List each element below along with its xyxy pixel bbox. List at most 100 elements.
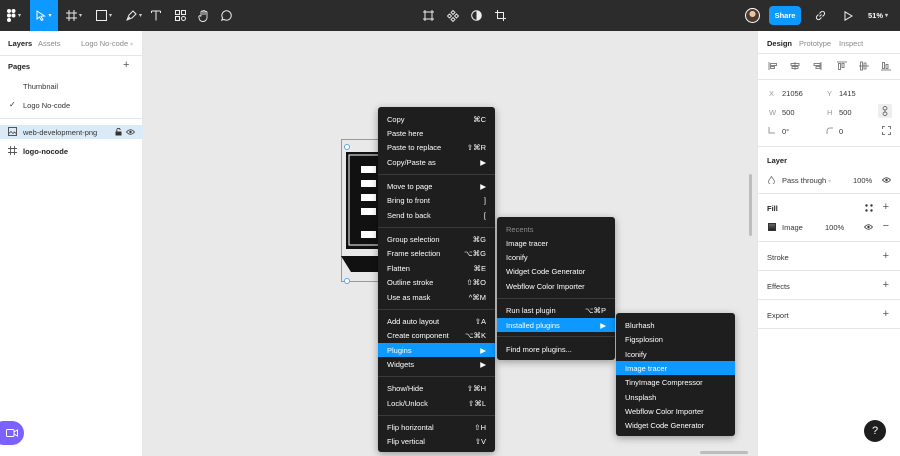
recent-plugin-item[interactable]: Webflow Color Importer <box>497 279 615 293</box>
tab-design[interactable]: Design <box>767 39 792 48</box>
menu-item-add-auto-layout[interactable]: Add auto layout ⇧A <box>378 314 495 328</box>
menu-item-bring-to-front[interactable]: Bring to front] <box>378 193 495 207</box>
lock-icon[interactable] <box>115 128 122 136</box>
component-button[interactable] <box>445 0 461 31</box>
installed-plugin-item[interactable]: Image tracer <box>616 361 735 375</box>
shape-tool-button[interactable]: ▾ <box>90 0 118 31</box>
menu-item-show-hide[interactable]: Show/Hide ⇧⌘H <box>378 381 495 395</box>
canvas-vertical-scrollbar[interactable] <box>749 174 752 236</box>
comment-button[interactable] <box>218 0 234 31</box>
installed-plugin-item[interactable]: Blurhash <box>616 318 735 332</box>
eye-icon[interactable] <box>882 177 891 183</box>
recent-plugin-item[interactable]: Image tracer <box>497 236 615 250</box>
add-effect-icon[interactable]: + <box>883 280 889 291</box>
corner-radius-input[interactable]: 0 <box>839 127 843 136</box>
move-tool-button[interactable]: ▾ <box>30 0 58 31</box>
resources-button[interactable] <box>172 0 188 31</box>
menu-item-widgets[interactable]: Widgets ▶ <box>378 357 495 371</box>
installed-plugin-item[interactable]: Widget Code Generator <box>616 418 735 432</box>
menu-item-frame-selection[interactable]: Frame selection ⌥⌘G <box>378 246 495 260</box>
menu-item-flip-vertical[interactable]: Flip vertical ⇧V <box>378 434 495 448</box>
layer-row-web-development-png[interactable]: web-development-png <box>0 125 143 139</box>
blend-mode-select[interactable]: Pass through ▾ <box>782 176 831 185</box>
menu-item-copy-paste-as[interactable]: Copy/Paste as ▶ <box>378 155 495 169</box>
top-toolbar: ▾ ▾ ▾ ▾ ▾ Share 51% ▾ <box>0 0 900 31</box>
installed-plugin-item[interactable]: Figsplosion <box>616 332 735 346</box>
image-fill-swatch[interactable] <box>768 223 776 231</box>
recent-plugin-item[interactable]: Iconify <box>497 250 615 264</box>
installed-plugin-item[interactable]: Iconify <box>616 347 735 361</box>
find-more-plugins-item[interactable]: Find more plugins... <box>497 342 615 356</box>
crop-button[interactable] <box>492 0 508 31</box>
menu-item-flatten[interactable]: Flatten ⌘E <box>378 261 495 275</box>
menu-item-group-selection[interactable]: Group selection ⌘G <box>378 232 495 246</box>
layer-opacity-input[interactable]: 100% <box>853 176 872 185</box>
hand-tool-button[interactable] <box>195 0 211 31</box>
present-button[interactable] <box>840 0 856 31</box>
styles-grid-icon[interactable] <box>865 204 873 212</box>
constrain-proportions-button[interactable] <box>878 104 892 118</box>
export-section-title: Export <box>767 311 789 320</box>
help-button[interactable]: ? <box>864 420 886 442</box>
independent-corners-icon[interactable] <box>882 126 891 135</box>
shortcut-hint: ⇧⌘R <box>466 142 486 152</box>
crop-frame-button[interactable] <box>420 0 436 31</box>
menu-item-copy[interactable]: Copy ⌘C <box>378 112 495 126</box>
add-fill-icon[interactable]: + <box>883 202 889 213</box>
selected-image-layer[interactable] <box>341 139 381 284</box>
menu-item-label: Image tracer <box>625 363 668 373</box>
menu-item-use-as-mask[interactable]: Use as mask ^⌘M <box>378 290 495 304</box>
zoom-control[interactable]: 51% ▾ <box>868 0 888 31</box>
canvas-horizontal-scrollbar[interactable] <box>700 451 748 454</box>
menu-item-send-to-back[interactable]: Send to back [ <box>378 208 495 222</box>
run-last-plugin-item[interactable]: Run last plugin ⌥⌘P <box>497 303 615 317</box>
menu-item-paste-here[interactable]: Paste here <box>378 126 495 140</box>
menu-item-plugins[interactable]: Plugins ▶ <box>378 343 495 357</box>
menu-item-lock-unlock[interactable]: Lock/Unlock ⇧⌘L <box>378 396 495 410</box>
installed-plugin-item[interactable]: Unsplash <box>616 390 735 404</box>
add-export-icon[interactable]: + <box>883 309 889 320</box>
installed-plugin-item[interactable]: TinyImage Compressor <box>616 375 735 389</box>
menu-item-move-to-page[interactable]: Move to page ▶ <box>378 179 495 193</box>
menu-item-outline-stroke[interactable]: Outline stroke ⇧⌘O <box>378 275 495 289</box>
eye-icon[interactable] <box>864 224 873 230</box>
user-avatar[interactable] <box>745 8 760 23</box>
layer-label: web-development-png <box>23 127 98 137</box>
installed-plugins-item[interactable]: Installed plugins ▶ <box>497 318 615 332</box>
tab-inspect[interactable]: Inspect <box>839 39 863 48</box>
copy-link-button[interactable] <box>812 0 828 31</box>
resize-handle[interactable] <box>344 278 350 284</box>
tab-assets[interactable]: Assets <box>38 39 61 48</box>
tab-prototype[interactable]: Prototype <box>799 39 831 48</box>
add-page-icon[interactable]: + <box>123 60 129 71</box>
pen-tool-button[interactable]: ▾ <box>120 0 148 31</box>
tab-layers[interactable]: Layers <box>8 39 32 48</box>
menu-item-flip-horizontal[interactable]: Flip horizontal ⇧H <box>378 420 495 434</box>
align-icons[interactable] <box>768 61 893 71</box>
fill-opacity-input[interactable]: 100% <box>825 223 844 232</box>
x-input[interactable]: 21056 <box>782 89 803 98</box>
y-input[interactable]: 1415 <box>839 89 856 98</box>
resize-handle[interactable] <box>344 144 350 150</box>
installed-plugin-item[interactable]: Webflow Color Importer <box>616 404 735 418</box>
remove-fill-icon[interactable]: − <box>883 220 889 232</box>
height-input[interactable]: 500 <box>839 108 852 117</box>
contrast-button[interactable] <box>468 0 484 31</box>
fill-type-label[interactable]: Image <box>782 223 803 232</box>
eye-icon[interactable] <box>126 129 135 135</box>
menu-item-create-component[interactable]: Create component ⌥⌘K <box>378 328 495 342</box>
frame-tool-button[interactable]: ▾ <box>60 0 88 31</box>
page-item-logo-no-code[interactable]: Logo No-code <box>23 101 70 110</box>
rotation-input[interactable]: 0° <box>782 127 789 136</box>
page-switcher[interactable]: Logo No-code ▾ <box>81 39 133 48</box>
share-button[interactable]: Share <box>769 6 801 25</box>
width-input[interactable]: 500 <box>782 108 795 117</box>
recent-plugin-item[interactable]: Widget Code Generator <box>497 264 615 278</box>
menu-item-paste-to-replace[interactable]: Paste to replace ⇧⌘R <box>378 140 495 154</box>
page-item-thumbnail[interactable]: Thumbnail <box>23 82 58 91</box>
text-tool-button[interactable] <box>148 0 164 31</box>
add-stroke-icon[interactable]: + <box>883 251 889 262</box>
video-chat-button[interactable] <box>0 421 24 445</box>
figma-menu-button[interactable]: ▾ <box>0 0 28 31</box>
layer-row-logo-nocode[interactable]: logo-nocode <box>0 144 143 158</box>
